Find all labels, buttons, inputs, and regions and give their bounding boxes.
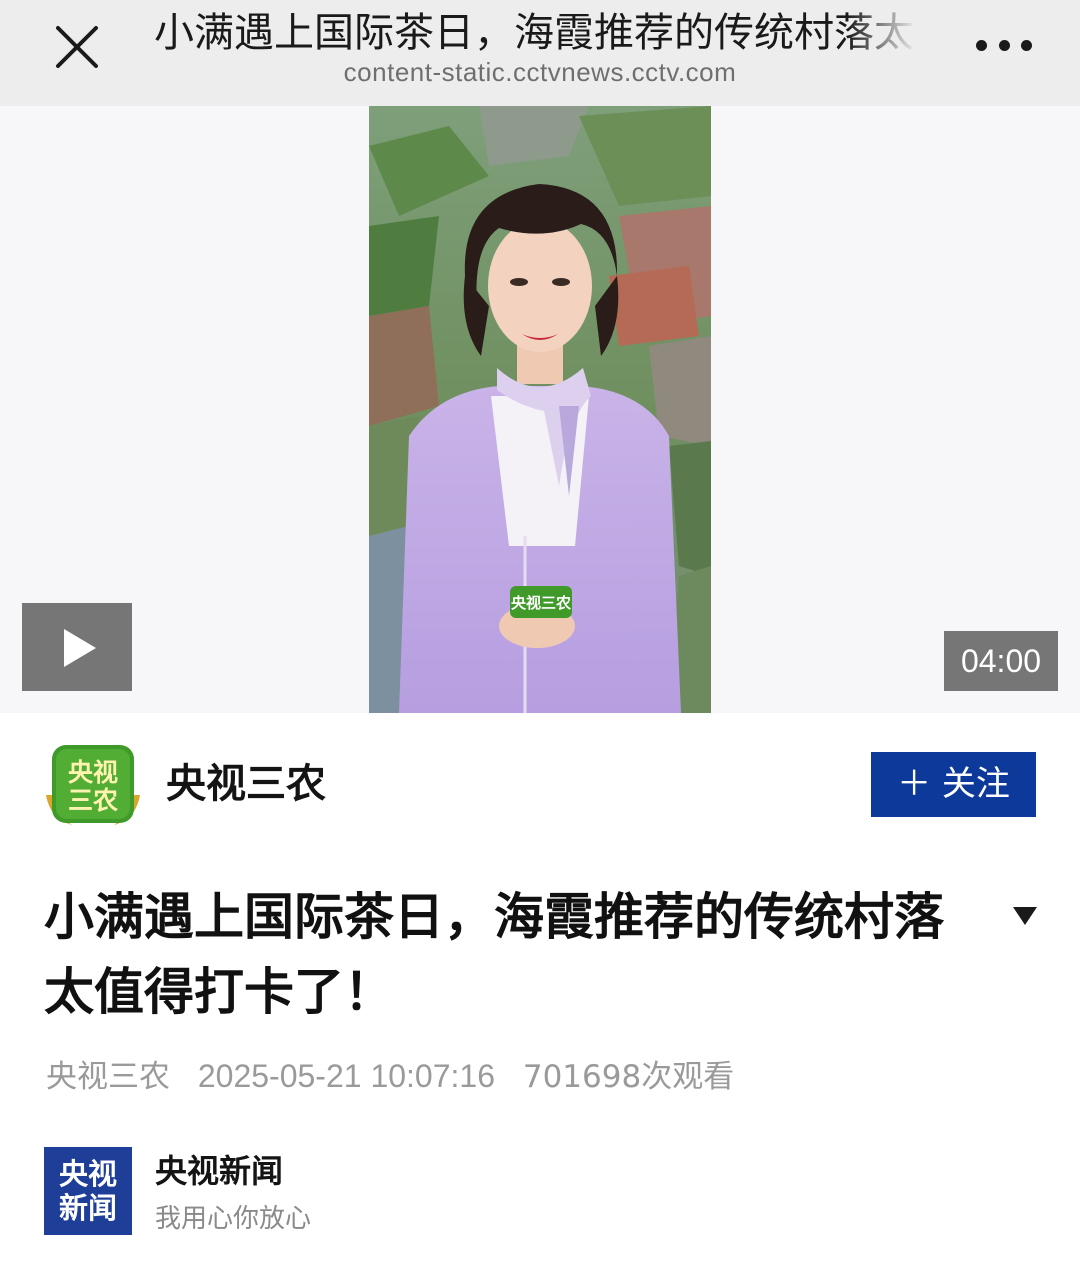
meta-source: 央视三农: [46, 1059, 170, 1095]
video-player[interactable]: 央视三农 04:00: [0, 106, 1080, 713]
page-url: content-static.cctvnews.cctv.com: [343, 57, 737, 87]
source-slogan: 我用心你放心: [155, 1204, 312, 1234]
page-title: 小满遇上国际茶日，海霞推荐的传统村落太值得打卡了！: [154, 10, 916, 56]
svg-text:三农: 三农: [68, 786, 118, 815]
svg-text:央视: 央视: [68, 758, 118, 787]
follow-button[interactable]: ＋ 关注: [871, 752, 1036, 817]
article-headline: 小满遇上国际茶日，海霞推荐的传统村落太值得打卡了！: [44, 888, 944, 1021]
video-duration: 04:00: [944, 631, 1058, 691]
expand-button[interactable]: [1010, 903, 1040, 929]
triangle-down-icon: [1013, 907, 1037, 925]
play-icon: [64, 629, 96, 667]
presenter-image: 央视三农: [369, 106, 711, 713]
meta-datetime: 2025-05-21 10:07:16: [197, 1058, 495, 1094]
author-avatar[interactable]: 央视 三农: [44, 743, 142, 829]
video-watermark: 央视三农: [511, 594, 571, 612]
meta-views: 701698次观看: [522, 1059, 735, 1095]
author-name[interactable]: 央视三农: [166, 758, 326, 810]
more-button[interactable]: [976, 36, 1032, 54]
more-dots-icon: [976, 39, 987, 51]
source-name[interactable]: 央视新闻: [155, 1150, 283, 1192]
video-thumbnail[interactable]: 央视三农: [369, 106, 711, 713]
source-logo[interactable]: 央视 新闻: [44, 1147, 132, 1235]
play-button[interactable]: [22, 603, 132, 691]
article-meta: 央视三农 2025-05-21 10:07:16 701698次观看: [46, 1056, 734, 1097]
top-nav-bar: 小满遇上国际茶日，海霞推荐的传统村落太值得打卡了！ content-static…: [0, 0, 1080, 106]
